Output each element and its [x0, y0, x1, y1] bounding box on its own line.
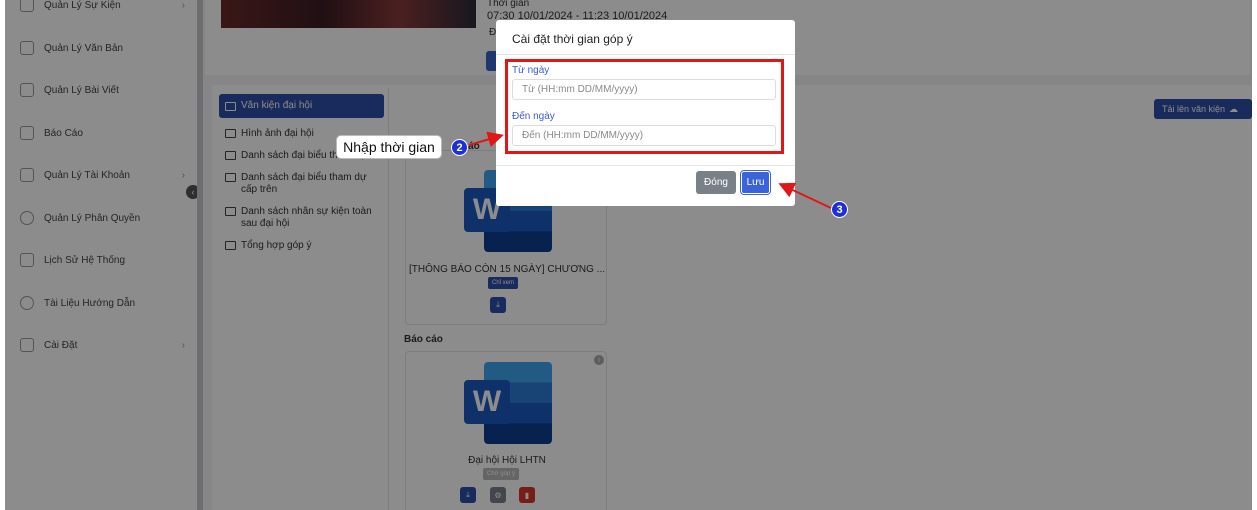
modal-title: Cài đặt thời gian góp ý: [512, 32, 633, 46]
divider: [496, 165, 795, 166]
step-marker-3: 3: [831, 201, 848, 218]
highlight-box: [505, 59, 784, 154]
divider: [496, 54, 795, 55]
step-marker-2: 2: [451, 139, 468, 156]
close-button[interactable]: Đóng: [696, 171, 736, 194]
callout-label: Nhập thời gian: [336, 135, 442, 159]
save-button[interactable]: Lưu: [740, 170, 771, 195]
